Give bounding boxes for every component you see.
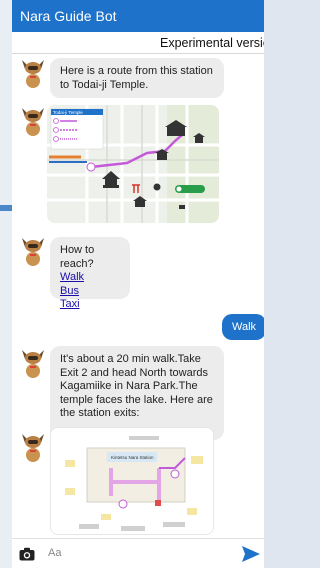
message-list[interactable]: Here is a route from this station to Tod… bbox=[12, 54, 264, 538]
station-label: Kintetsu Nara Station bbox=[111, 455, 154, 460]
map-title: Todai-ji Temple bbox=[53, 110, 83, 115]
route-map: Todai-ji Temple bbox=[47, 105, 219, 223]
user-message-text: Walk bbox=[232, 321, 257, 333]
bot-avatar-icon bbox=[22, 238, 44, 266]
app-title: Nara Guide Bot bbox=[12, 0, 264, 32]
taxi-link[interactable]: Taxi bbox=[60, 298, 120, 312]
message-input[interactable]: Aa bbox=[48, 547, 61, 559]
user-message: Walk bbox=[222, 314, 264, 340]
bot-message-walk-info: It's about a 20 min walk.Take Exit 2 and… bbox=[50, 346, 224, 440]
composer-bar: Aa bbox=[12, 538, 264, 568]
experimental-banner: Experimental versio bbox=[12, 32, 264, 54]
chat-app: Nara Guide Bot Experimental versio Here … bbox=[12, 0, 264, 568]
message-text: Here is a route from this station to Tod… bbox=[60, 65, 213, 91]
reach-prompt: How to reach? bbox=[60, 244, 95, 270]
experimental-label: Experimental versio bbox=[160, 36, 264, 50]
bot-avatar-icon bbox=[22, 350, 44, 378]
bot-avatar-icon bbox=[22, 60, 44, 88]
station-exits-image[interactable]: Kintetsu Nara Station bbox=[50, 427, 214, 535]
left-gutter bbox=[0, 0, 12, 568]
walk-link[interactable]: Walk bbox=[60, 271, 120, 285]
bus-link[interactable]: Bus bbox=[60, 285, 120, 299]
send-icon[interactable] bbox=[242, 546, 260, 562]
bot-avatar-icon bbox=[22, 434, 44, 462]
bot-avatar-icon bbox=[22, 108, 44, 136]
route-map-image[interactable]: Todai-ji Temple bbox=[47, 105, 219, 223]
walk-info-text: It's about a 20 min walk.Take Exit 2 and… bbox=[60, 353, 213, 419]
camera-icon[interactable] bbox=[19, 547, 35, 561]
bot-message: Here is a route from this station to Tod… bbox=[50, 58, 224, 98]
station-map: Kintetsu Nara Station bbox=[51, 428, 213, 534]
bot-message-options: How to reach? Walk Bus Taxi bbox=[50, 237, 130, 310]
